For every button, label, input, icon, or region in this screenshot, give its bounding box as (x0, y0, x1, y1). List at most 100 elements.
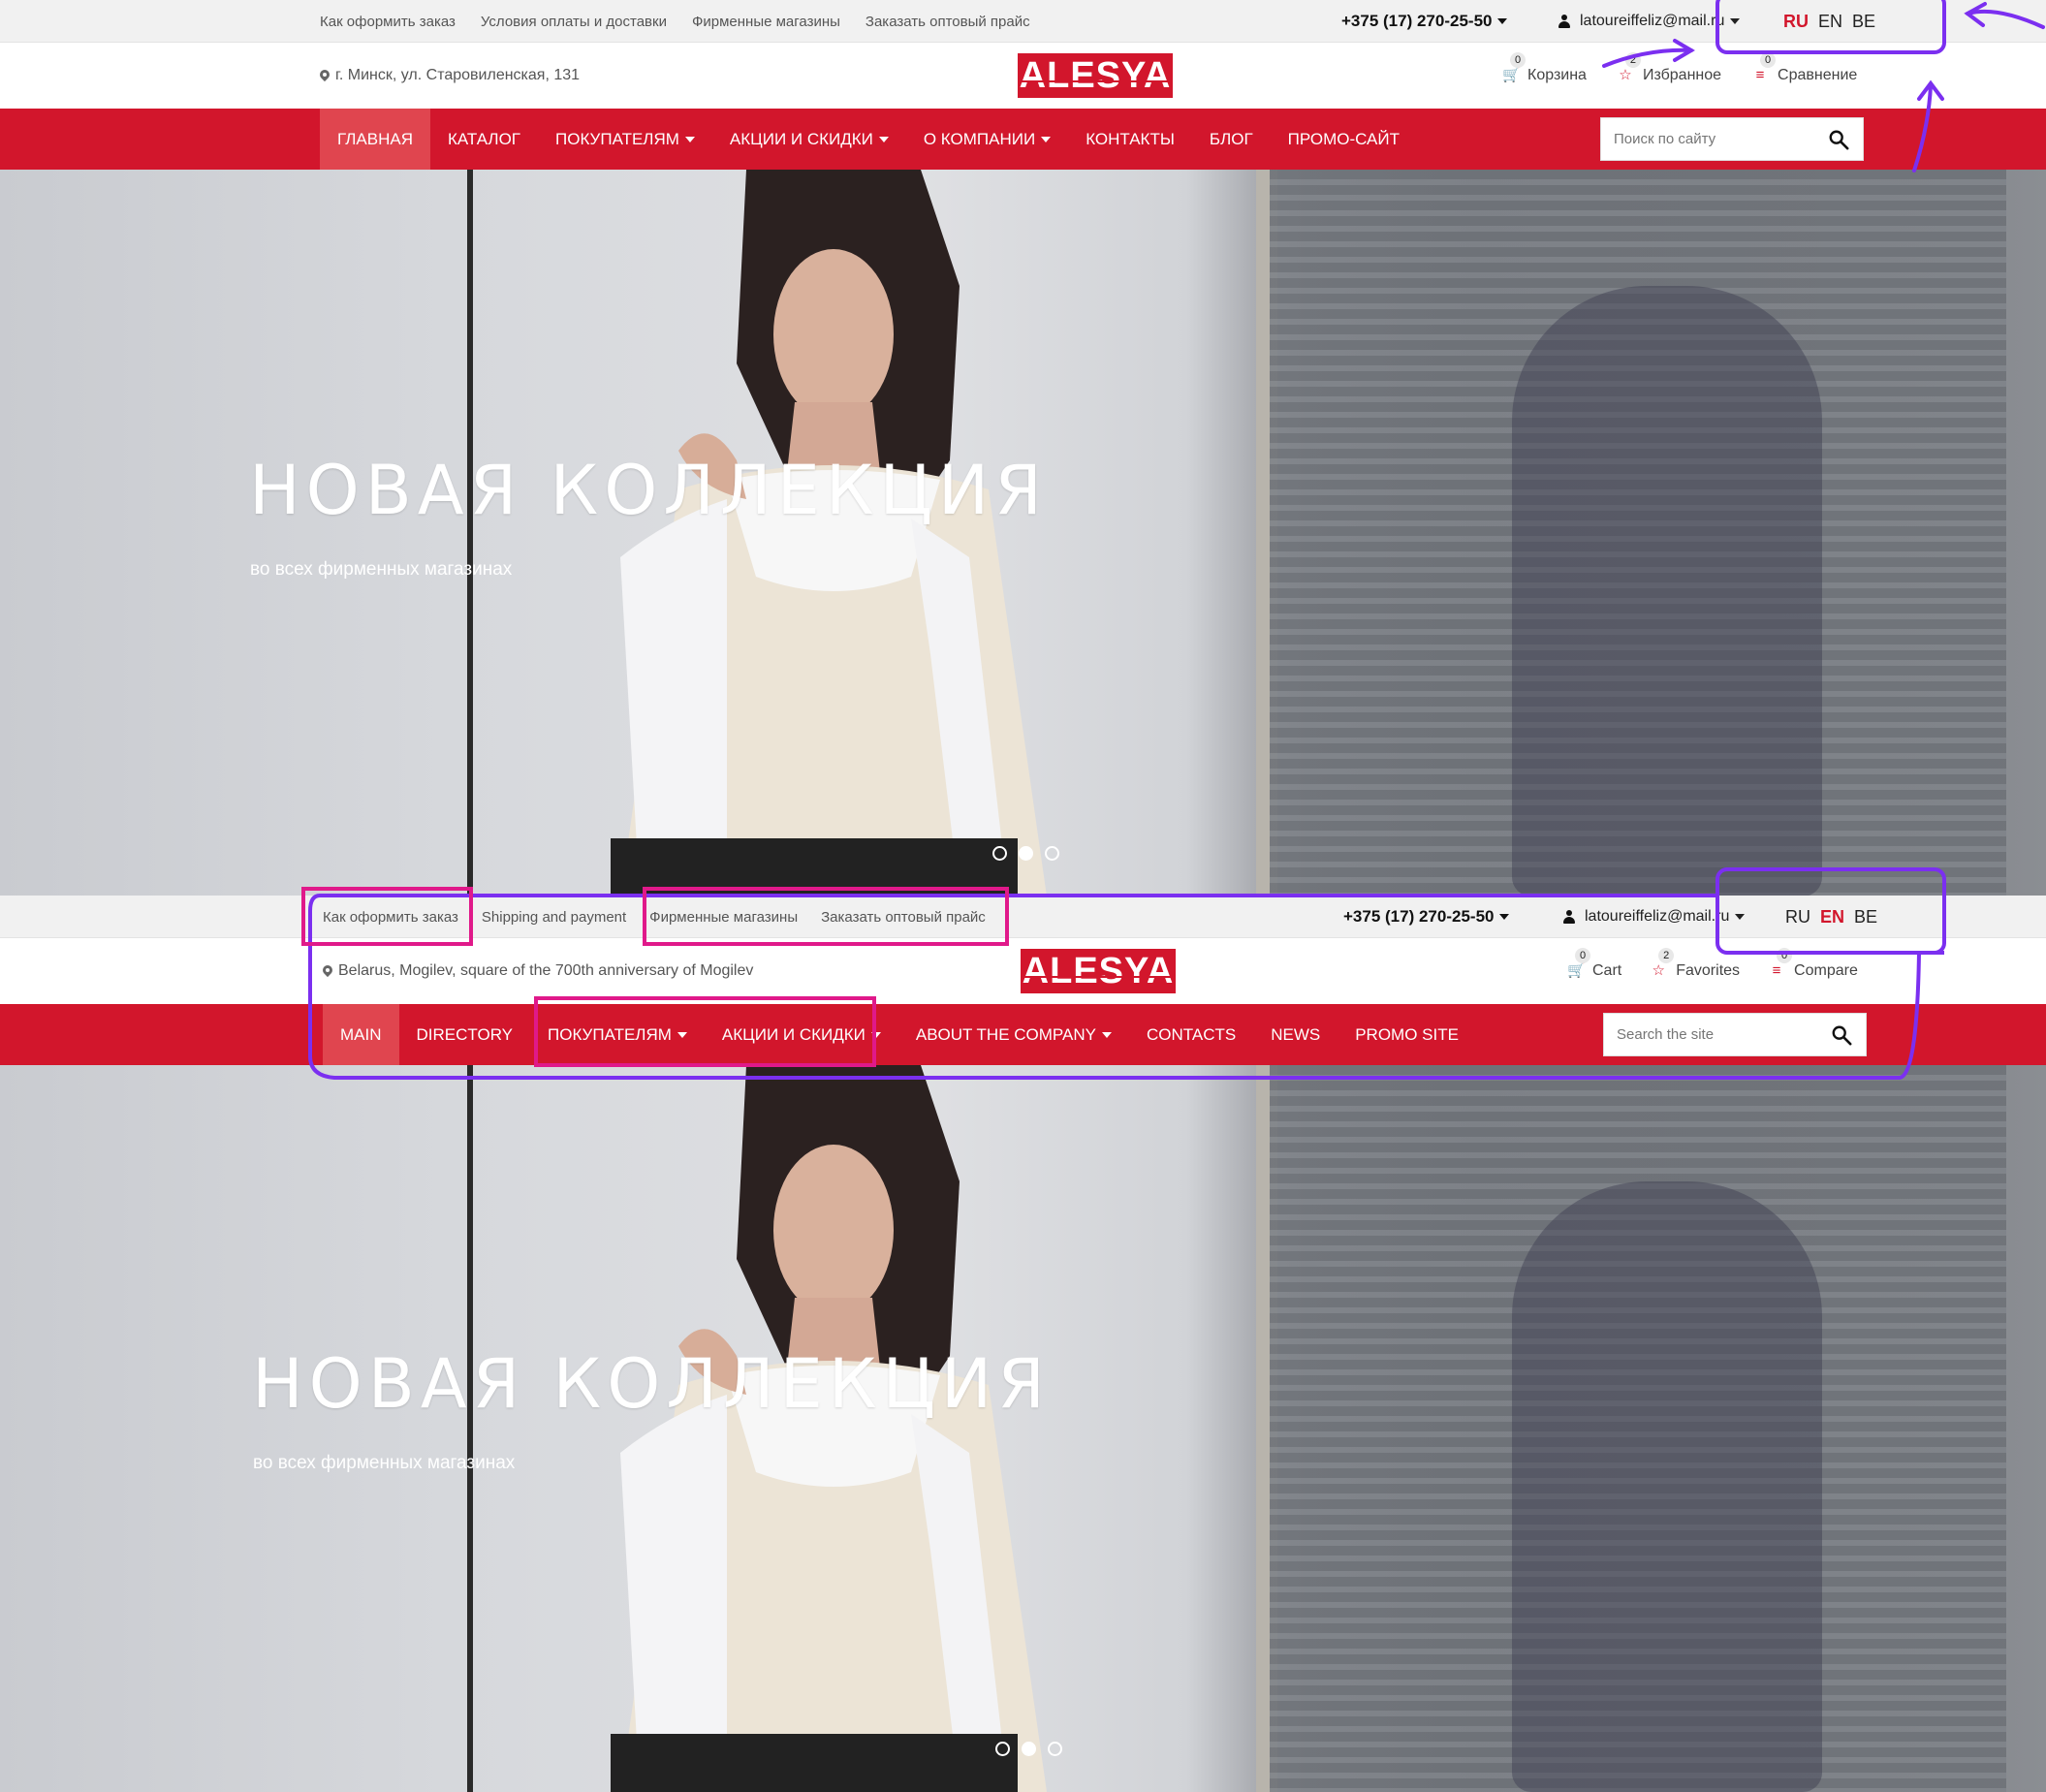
account-dropdown[interactable]: latoureiffeliz@mail.ru (1558, 0, 1741, 43)
phone-dropdown[interactable]: +375 (17) 270-25-50 (1343, 896, 1510, 938)
search-icon[interactable] (1828, 129, 1849, 150)
header-middle: Belarus, Mogilev, square of the 700th an… (0, 938, 2046, 1004)
top-link-wholesale-price[interactable]: Заказать оптовый прайс (866, 14, 1030, 30)
cart-link[interactable]: 🛒 0 Корзина (1502, 52, 1587, 84)
nav-item-promo[interactable]: ПРОМО-САЙТ (1271, 109, 1417, 170)
account-email: latoureiffeliz@mail.ru (1585, 908, 1730, 925)
compare-sliders-icon: ≡ 0 (1769, 948, 1793, 979)
chevron-down-icon (1041, 136, 1052, 142)
nav-item-about[interactable]: ABOUT THE COMPANY (898, 1004, 1129, 1065)
cart-link[interactable]: 🛒 0 Cart (1567, 948, 1622, 980)
lang-en[interactable]: EN (1820, 907, 1844, 927)
nav-item-home[interactable]: ГЛАВНАЯ (320, 109, 430, 170)
top-link-brand-stores[interactable]: Фирменные магазины (649, 909, 798, 926)
hero-title: НОВАЯ КОЛЛЕКЦИЯ (252, 1344, 1051, 1424)
map-pin-icon (320, 70, 330, 82)
hero-banner[interactable]: НОВАЯ КОЛЛЕКЦИЯ во всех фирменных магази… (0, 170, 2046, 896)
top-link-wholesale-price[interactable]: Заказать оптовый прайс (821, 909, 986, 926)
compare-link[interactable]: ≡ 0 Сравнение (1752, 52, 1857, 84)
nav-menu: ГЛАВНАЯ КАТАЛОГ ПОКУПАТЕЛЯМ АКЦИИ И СКИД… (320, 109, 1417, 170)
nav-item-contacts[interactable]: КОНТАКТЫ (1068, 109, 1192, 170)
chevron-down-icon (1497, 18, 1508, 24)
chevron-down-icon (878, 136, 889, 142)
search-icon[interactable] (1831, 1024, 1852, 1046)
lang-be[interactable]: BE (1852, 12, 1875, 32)
top-bar: Как оформить заказ Shipping and payment … (0, 896, 2046, 938)
nav-item-catalog[interactable]: DIRECTORY (399, 1004, 531, 1065)
slider-dot-1[interactable] (995, 1742, 1010, 1756)
search-input[interactable] (1601, 118, 1814, 160)
nav-label: ПОКУПАТЕЛЯМ (548, 1024, 672, 1044)
nav-item-blog[interactable]: БЛОГ (1192, 109, 1271, 170)
hero-model-image (611, 1065, 1047, 1792)
top-links: Как оформить заказ Shipping and payment … (323, 896, 986, 938)
nav-item-sales[interactable]: АКЦИИ И СКИДКИ (705, 1004, 898, 1065)
cart-label: Cart (1592, 962, 1622, 979)
hero-bg-pole (467, 170, 473, 896)
hero-title: НОВАЯ КОЛЛЕКЦИЯ (249, 451, 1048, 530)
slider-dot-2[interactable] (1022, 1742, 1036, 1756)
top-link-how-to-order[interactable]: Как оформить заказ (323, 909, 458, 926)
hero-bg-reflection (1512, 1181, 1822, 1792)
store-address: г. Минск, ул. Старовиленская, 131 (320, 43, 580, 109)
nav-item-contacts[interactable]: CONTACTS (1129, 1004, 1253, 1065)
hero-banner[interactable]: НОВАЯ КОЛЛЕКЦИЯ во всех фирменных магази… (0, 1065, 2046, 1792)
nav-item-customers[interactable]: ПОКУПАТЕЛЯМ (530, 1004, 705, 1065)
compare-count-badge: 0 (1777, 948, 1793, 963)
header-actions: 🛒 0 Cart ☆ 2 Favorites ≡ 0 Compare (1567, 938, 1858, 1004)
hero-model-image (611, 170, 1047, 896)
store-address: Belarus, Mogilev, square of the 700th an… (323, 938, 753, 1004)
lang-be[interactable]: BE (1854, 907, 1877, 927)
hero-subtitle: во всех фирменных магазинах (250, 559, 513, 580)
cart-count-badge: 0 (1575, 948, 1590, 963)
nav-label: DIRECTORY (416, 1024, 514, 1044)
favorites-link[interactable]: ☆ 2 Избранное (1618, 52, 1721, 84)
top-link-brand-stores[interactable]: Фирменные магазины (692, 14, 840, 30)
nav-item-promo[interactable]: PROMO SITE (1338, 1004, 1476, 1065)
lang-ru[interactable]: RU (1783, 12, 1809, 32)
compare-link[interactable]: ≡ 0 Compare (1769, 948, 1858, 980)
slider-dot-1[interactable] (992, 846, 1007, 861)
hero-bg-reflection (1512, 286, 1822, 896)
alesya-logo[interactable]: ALESYA (1021, 949, 1176, 993)
lang-en[interactable]: EN (1818, 12, 1842, 32)
chevron-down-icon (1499, 914, 1510, 920)
nav-label: CONTACTS (1146, 1024, 1237, 1044)
screenshot-en: Как оформить заказ Shipping and payment … (0, 896, 2046, 1792)
slider-dot-3[interactable] (1045, 846, 1059, 861)
hero-subtitle: во всех фирменных магазинах (253, 1453, 516, 1473)
favorites-link[interactable]: ☆ 2 Favorites (1651, 948, 1741, 980)
search-box (1603, 1013, 1867, 1056)
favorites-label: Favorites (1676, 962, 1741, 979)
phone-dropdown[interactable]: +375 (17) 270-25-50 (1341, 0, 1508, 43)
nav-item-sales[interactable]: АКЦИИ И СКИДКИ (712, 109, 906, 170)
chevron-down-icon (1101, 1031, 1112, 1038)
cart-count-badge: 0 (1510, 52, 1526, 68)
lang-ru[interactable]: RU (1785, 907, 1810, 927)
user-icon (1558, 15, 1570, 28)
user-icon (1563, 910, 1575, 924)
nav-item-news[interactable]: NEWS (1253, 1004, 1338, 1065)
chevron-down-icon (1730, 18, 1741, 24)
top-link-payment-delivery[interactable]: Условия оплаты и доставки (481, 14, 667, 30)
slider-dots (995, 1742, 1062, 1756)
account-dropdown[interactable]: latoureiffeliz@mail.ru (1563, 896, 1746, 938)
address-text: г. Минск, ул. Старовиленская, 131 (335, 67, 581, 83)
slider-dot-2[interactable] (1019, 846, 1033, 861)
star-icon: ☆ 2 (1618, 52, 1641, 83)
compare-label: Compare (1794, 962, 1858, 979)
nav-label: О КОМПАНИИ (923, 129, 1036, 148)
slider-dot-3[interactable] (1048, 1742, 1062, 1756)
nav-label: PROMO SITE (1355, 1024, 1459, 1044)
nav-item-customers[interactable]: ПОКУПАТЕЛЯМ (538, 109, 712, 170)
top-link-how-to-order[interactable]: Как оформить заказ (320, 14, 456, 30)
nav-item-home[interactable]: MAIN (323, 1004, 399, 1065)
nav-item-catalog[interactable]: КАТАЛОГ (430, 109, 538, 170)
phone-number: +375 (17) 270-25-50 (1343, 907, 1495, 926)
nav-label: MAIN (340, 1024, 382, 1044)
top-bar: Как оформить заказ Условия оплаты и дост… (0, 0, 2046, 43)
top-link-shipping-payment[interactable]: Shipping and payment (482, 909, 626, 926)
search-input[interactable] (1604, 1014, 1817, 1055)
nav-item-about[interactable]: О КОМПАНИИ (906, 109, 1068, 170)
alesya-logo[interactable]: ALESYA (1018, 53, 1173, 98)
